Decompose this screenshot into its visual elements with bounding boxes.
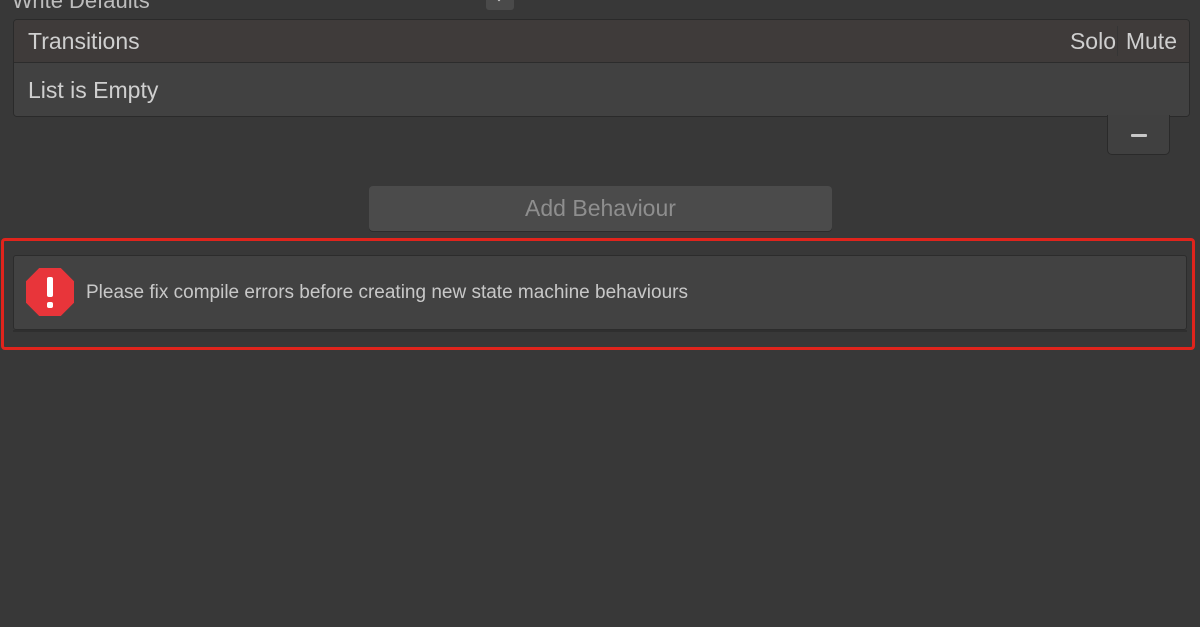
add-behaviour-button[interactable]: Add Behaviour <box>369 186 832 231</box>
red-highlight-box <box>1 238 1195 350</box>
remove-transition-button[interactable] <box>1107 115 1170 155</box>
solo-column-label: Solo <box>1069 28 1116 54</box>
write-defaults-label: Write Defaults <box>12 0 150 13</box>
mute-column-label: Mute <box>1125 28 1177 54</box>
write-defaults-toggle[interactable] <box>486 0 514 10</box>
transitions-list: Transitions Solo Mute List is Empty <box>13 19 1190 117</box>
top-right-area <box>520 0 1200 14</box>
header-divider <box>1117 26 1118 56</box>
transitions-list-body: List is Empty <box>14 63 1189 116</box>
transitions-title: Transitions <box>28 28 140 54</box>
chevron-down-icon <box>497 0 501 2</box>
write-defaults-row: Write Defaults <box>0 0 1200 14</box>
inspector-panel: Write Defaults Transitions Solo Mute Lis… <box>0 0 1200 627</box>
minus-icon <box>1131 134 1147 137</box>
list-empty-text: List is Empty <box>28 77 159 103</box>
transitions-header: Transitions Solo Mute <box>14 20 1189 63</box>
